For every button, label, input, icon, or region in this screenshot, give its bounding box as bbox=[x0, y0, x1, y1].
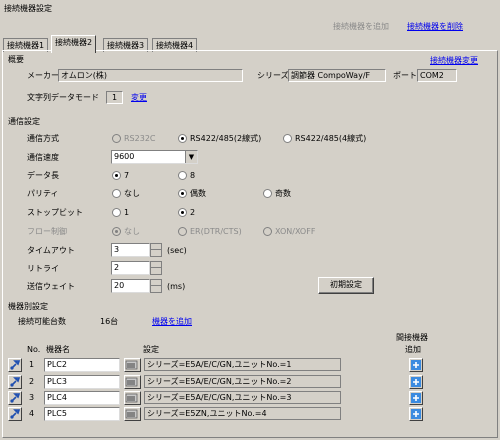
maker-label: メーカー bbox=[27, 71, 59, 80]
tab-device-2[interactable]: 接続機器2 bbox=[51, 35, 97, 53]
add-indirect-device-icon[interactable] bbox=[409, 375, 423, 389]
retry-spinner[interactable] bbox=[150, 261, 162, 275]
method-4wire-label: RS422/485(4線式) bbox=[295, 134, 367, 143]
flow-er-radio[interactable] bbox=[178, 227, 187, 236]
text-mode-label: 文字列データモード bbox=[27, 93, 99, 102]
device-settings-icon[interactable] bbox=[8, 375, 22, 389]
flow-xon-radio[interactable] bbox=[263, 227, 272, 236]
flow-label: フロー制御 bbox=[27, 227, 67, 236]
stop-bit-1-label: 1 bbox=[124, 208, 130, 217]
send-wait-input[interactable]: 20 bbox=[111, 279, 150, 293]
comm-heading: 通信設定 bbox=[8, 117, 40, 126]
stop-bit-1-radio[interactable] bbox=[112, 208, 121, 217]
initialize-button[interactable]: 初期設定 bbox=[318, 277, 374, 294]
timeout-input[interactable]: 3 bbox=[111, 243, 150, 257]
device-row-no: 2 bbox=[29, 377, 35, 386]
speed-label: 通信速度 bbox=[27, 153, 59, 162]
device-row-no: 3 bbox=[29, 393, 35, 402]
data-length-label: データ長 bbox=[27, 171, 59, 180]
stop-bit-2-radio[interactable] bbox=[178, 208, 187, 217]
series-label: シリーズ bbox=[257, 71, 289, 80]
device-setting-summary: シリーズ=E5ZN,ユニットNo.=4 bbox=[144, 407, 341, 420]
timeout-label: タイムアウト bbox=[27, 246, 75, 255]
device-settings-icon[interactable] bbox=[8, 407, 22, 421]
speed-select[interactable]: 9600 ▼ bbox=[111, 150, 198, 164]
device-name-input[interactable]: PLC3 bbox=[44, 375, 120, 389]
maker-field: オムロン(株) bbox=[58, 69, 243, 82]
device-settings-icon[interactable] bbox=[8, 358, 22, 372]
col-no-header: No. bbox=[27, 345, 41, 354]
device-row-no: 4 bbox=[29, 409, 35, 418]
device-count-value: 16台 bbox=[100, 317, 119, 326]
change-device-link[interactable]: 接続機器変更 bbox=[430, 55, 478, 67]
series-field: 調節器 CompoWay/F bbox=[288, 69, 386, 82]
device-settings-heading: 機器別設定 bbox=[8, 302, 48, 311]
data-length-8-label: 8 bbox=[190, 171, 196, 180]
delete-device-link[interactable]: 接続機器を削除 bbox=[407, 21, 463, 33]
add-indirect-device-icon[interactable] bbox=[409, 391, 423, 405]
device-detail-icon[interactable] bbox=[124, 375, 141, 389]
indirect-device-header: 間接機器 bbox=[396, 333, 428, 342]
parity-odd-radio[interactable] bbox=[263, 189, 272, 198]
add-indirect-device-icon[interactable] bbox=[409, 358, 423, 372]
device-count-label: 接続可能台数 bbox=[18, 317, 66, 326]
send-wait-label: 送信ウェイト bbox=[27, 282, 75, 291]
device-detail-icon[interactable] bbox=[124, 407, 141, 421]
parity-none-radio[interactable] bbox=[112, 189, 121, 198]
device-detail-icon[interactable] bbox=[124, 391, 141, 405]
text-mode-field: 1 bbox=[106, 91, 123, 104]
send-wait-spinner[interactable] bbox=[150, 279, 162, 293]
device-row-no: 1 bbox=[29, 360, 35, 369]
method-2wire-radio[interactable] bbox=[178, 134, 187, 143]
flow-none-radio[interactable] bbox=[112, 227, 121, 236]
device-detail-icon[interactable] bbox=[124, 358, 141, 372]
indirect-add-header: 追加 bbox=[405, 345, 421, 354]
flow-none-label: なし bbox=[124, 227, 140, 236]
data-length-7-radio[interactable] bbox=[112, 171, 121, 180]
add-indirect-device-icon[interactable] bbox=[409, 407, 423, 421]
stop-bit-label: ストップビット bbox=[27, 208, 83, 217]
data-length-8-radio[interactable] bbox=[178, 171, 187, 180]
device-name-input[interactable]: PLC5 bbox=[44, 407, 120, 421]
device-name-input[interactable]: PLC4 bbox=[44, 391, 120, 405]
chevron-down-icon[interactable]: ▼ bbox=[185, 151, 197, 163]
port-field: COM2 bbox=[417, 69, 457, 82]
method-2wire-label: RS422/485(2線式) bbox=[190, 134, 262, 143]
parity-none-label: なし bbox=[124, 189, 140, 198]
method-4wire-radio[interactable] bbox=[283, 134, 292, 143]
overview-heading: 概要 bbox=[8, 55, 24, 64]
flow-xon-label: XON/XOFF bbox=[275, 227, 316, 236]
device-setting-summary: シリーズ=E5A/E/C/GN,ユニットNo.=1 bbox=[144, 358, 341, 371]
col-setting-header: 設定 bbox=[143, 345, 159, 354]
speed-value: 9600 bbox=[114, 152, 135, 161]
timeout-unit: (sec) bbox=[167, 246, 187, 255]
timeout-spinner[interactable] bbox=[150, 243, 162, 257]
parity-even-label: 偶数 bbox=[190, 189, 206, 198]
add-device-link[interactable]: 接続機器を追加 bbox=[333, 21, 389, 33]
window-title: 接続機器設定 bbox=[4, 4, 52, 13]
parity-even-radio[interactable] bbox=[178, 189, 187, 198]
add-device-row-link[interactable]: 機器を追加 bbox=[152, 316, 192, 328]
device-setting-summary: シリーズ=E5A/E/C/GN,ユニットNo.=3 bbox=[144, 391, 341, 404]
method-rs232c-label: RS232C bbox=[124, 134, 156, 143]
port-label: ポート bbox=[393, 71, 417, 80]
method-rs232c-radio[interactable] bbox=[112, 134, 121, 143]
method-label: 通信方式 bbox=[27, 134, 59, 143]
retry-label: リトライ bbox=[27, 264, 59, 273]
col-name-header: 機器名 bbox=[46, 345, 70, 354]
device-setting-summary: シリーズ=E5A/E/C/GN,ユニットNo.=2 bbox=[144, 375, 341, 388]
data-length-7-label: 7 bbox=[124, 171, 130, 180]
device-settings-icon[interactable] bbox=[8, 391, 22, 405]
text-mode-change-link[interactable]: 変更 bbox=[131, 92, 147, 104]
parity-label: パリティ bbox=[27, 189, 59, 198]
device-name-input[interactable]: PLC2 bbox=[44, 358, 120, 372]
flow-er-label: ER(DTR/CTS) bbox=[190, 227, 242, 236]
send-wait-unit: (ms) bbox=[167, 282, 186, 291]
stop-bit-2-label: 2 bbox=[190, 208, 196, 217]
parity-odd-label: 奇数 bbox=[275, 189, 291, 198]
retry-input[interactable]: 2 bbox=[111, 261, 150, 275]
